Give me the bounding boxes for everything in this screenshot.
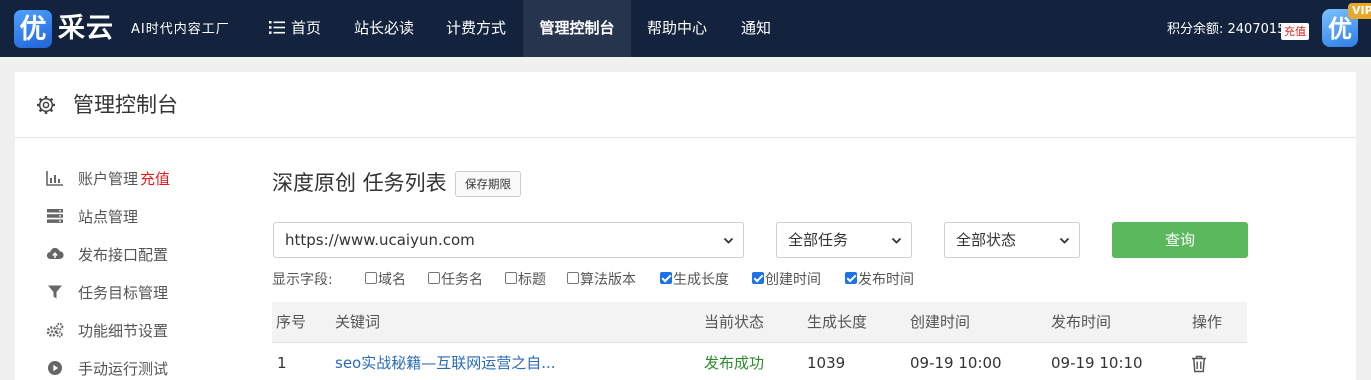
checkbox[interactable] <box>505 272 517 284</box>
row-keyword-link[interactable]: seo实战秘籍—互联网运营之自... <box>335 343 556 380</box>
row-published-time: 09-19 10:10 <box>1051 354 1143 372</box>
chevron-down-icon <box>1059 237 1070 244</box>
brand-tagline: AI时代内容工厂 <box>131 22 230 37</box>
checkbox-label: 任务名 <box>441 272 483 288</box>
sidebar-item-task-targets[interactable]: 任务目标管理 <box>46 280 168 304</box>
panel-header: 管理控制台 <box>15 72 1356 138</box>
row-status: 发布成功 <box>704 354 765 372</box>
brand-name[interactable]: 采云 <box>58 12 114 46</box>
checkbox-label: 标题 <box>518 272 546 288</box>
table-row: 1 seo实战秘籍—互联网运营之自... 发布成功 1039 09-19 10:… <box>272 343 1247 380</box>
nav-console[interactable]: 管理控制台 <box>523 0 631 57</box>
field-checkbox-task-name[interactable]: 任务名 <box>428 269 483 291</box>
sidebar-item-publish-api[interactable]: 发布接口配置 <box>46 242 168 266</box>
nav-home-label: 首页 <box>290 19 321 37</box>
checkbox-label: 生成长度 <box>673 272 729 288</box>
status-select[interactable]: 全部状态 <box>944 222 1080 258</box>
credit-balance: 积分余额: 2407015 <box>1167 22 1286 37</box>
server-icon <box>46 207 64 225</box>
checkbox[interactable] <box>567 272 579 284</box>
nav-notifications[interactable]: 通知 <box>723 0 789 57</box>
checkbox[interactable] <box>365 272 377 284</box>
bar-chart-icon <box>46 169 64 187</box>
gear-icon <box>37 96 55 114</box>
sidebar-recharge-link[interactable]: 充值 <box>140 168 170 189</box>
checkbox-label: 创建时间 <box>765 272 821 288</box>
nav-help-center[interactable]: 帮助中心 <box>631 0 723 57</box>
page-title: 管理控制台 <box>73 93 178 117</box>
checkbox-checked[interactable] <box>845 272 857 284</box>
gears-icon <box>46 321 64 339</box>
retention-period-button[interactable]: 保存期限 <box>455 171 521 197</box>
row-index: 1 <box>277 354 287 372</box>
checkbox[interactable] <box>428 272 440 284</box>
sidebar-item-sites[interactable]: 站点管理 <box>46 204 138 228</box>
sidebar-item-label: 功能细节设置 <box>78 321 169 340</box>
display-fields-label: 显示字段: <box>272 272 333 288</box>
nav-pricing[interactable]: 计费方式 <box>430 0 522 57</box>
sidebar-item-label: 发布接口配置 <box>78 245 169 264</box>
recharge-button[interactable]: 充值 <box>1281 23 1309 40</box>
sidebar-item-account[interactable]: 账户管理 充值 <box>46 166 170 190</box>
filter-icon <box>46 283 64 301</box>
column-header-keyword: 关键词 <box>335 313 381 331</box>
nav-webmaster-guide[interactable]: 站长必读 <box>338 0 430 57</box>
site-select[interactable]: https://www.ucaiyun.com <box>273 222 744 258</box>
sidebar-item-label: 任务目标管理 <box>78 283 169 302</box>
row-length: 1039 <box>807 354 846 372</box>
field-checkbox-algorithm-version[interactable]: 算法版本 <box>567 269 636 291</box>
row-created-time: 09-19 10:00 <box>910 354 1002 372</box>
sidebar-item-label: 手动运行测试 <box>78 359 169 378</box>
checkbox-checked[interactable] <box>752 272 764 284</box>
field-checkbox-title[interactable]: 标题 <box>505 269 546 291</box>
vip-badge: VIP <box>1348 3 1371 19</box>
play-circle-icon <box>46 359 64 377</box>
site-select-value: https://www.ucaiyun.com <box>285 231 475 249</box>
checkbox-checked[interactable] <box>660 272 672 284</box>
field-checkbox-domain[interactable]: 域名 <box>365 269 406 291</box>
task-select[interactable]: 全部任务 <box>776 222 912 258</box>
table-header: 序号 关键词 当前状态 生成长度 创建时间 发布时间 操作 <box>272 302 1247 343</box>
column-header-length: 生成长度 <box>807 313 868 331</box>
column-header-published: 发布时间 <box>1051 313 1112 331</box>
field-checkbox-created-time[interactable]: 创建时间 <box>752 269 821 291</box>
trash-icon[interactable] <box>1191 355 1207 373</box>
query-button[interactable]: 查询 <box>1112 222 1248 258</box>
sidebar-item-feature-settings[interactable]: 功能细节设置 <box>46 318 168 342</box>
task-select-value: 全部任务 <box>788 231 849 249</box>
logo-icon[interactable]: 优 <box>14 10 52 48</box>
field-checkbox-published-time[interactable]: 发布时间 <box>845 269 914 291</box>
checkbox-label: 发布时间 <box>858 272 914 288</box>
sidebar-item-label: 站点管理 <box>78 207 139 226</box>
sidebar-item-label: 账户管理 <box>78 169 139 188</box>
checkbox-label: 算法版本 <box>580 272 636 288</box>
column-header-index: 序号 <box>276 313 307 331</box>
column-header-created: 创建时间 <box>910 313 971 331</box>
cloud-upload-icon <box>46 245 64 263</box>
sidebar-item-manual-test[interactable]: 手动运行测试 <box>46 356 168 380</box>
column-header-status: 当前状态 <box>704 313 765 331</box>
column-header-action: 操作 <box>1192 313 1223 331</box>
chevron-down-icon <box>723 237 734 244</box>
task-list-title: 深度原创 任务列表 <box>272 171 447 195</box>
checkbox-label: 域名 <box>378 272 406 288</box>
top-navbar: 优 采云 AI时代内容工厂 首页 站长必读 计费方式 管理控制台 帮助中心 通知… <box>0 0 1371 57</box>
chevron-down-icon <box>891 237 902 244</box>
menu-icon <box>268 20 285 34</box>
field-checkbox-length[interactable]: 生成长度 <box>660 269 729 291</box>
status-select-value: 全部状态 <box>956 231 1017 249</box>
nav-home[interactable]: 首页 <box>258 0 332 57</box>
console-panel: 管理控制台 账户管理 充值 站点管理 发布接口配置 任务目标管理 功能细节设置 <box>15 72 1356 380</box>
